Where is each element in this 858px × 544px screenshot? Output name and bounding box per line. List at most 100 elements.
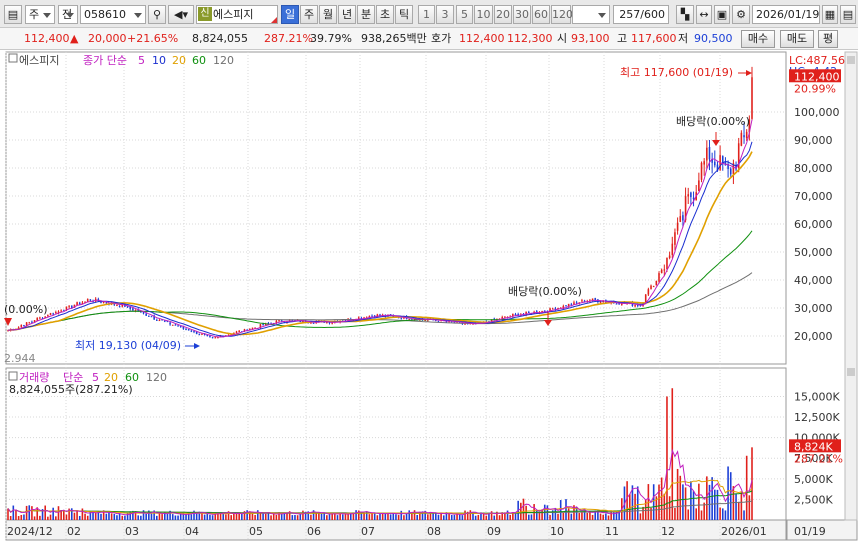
tick-custom-select[interactable] <box>572 5 610 24</box>
volume-bar <box>225 514 227 520</box>
volume-bar <box>381 512 384 520</box>
window-menu-icon[interactable]: ▤ <box>4 5 22 24</box>
period-tab[interactable]: 초 <box>376 5 394 24</box>
x-tick-label: 05 <box>249 525 263 538</box>
speaker-icon[interactable]: ◀▾ <box>168 5 194 24</box>
tick-tab[interactable]: 3 <box>436 5 454 24</box>
price-legend-name: 에스피지 <box>19 54 59 67</box>
volume-bar <box>376 515 379 520</box>
candle-body <box>156 319 158 321</box>
candle-body <box>591 298 594 300</box>
type-select[interactable]: 전 <box>58 5 78 24</box>
volume-bar <box>233 513 235 520</box>
volume-bar <box>97 511 100 520</box>
panel-toggle-icon[interactable]: ▤ <box>840 5 856 24</box>
candle-body <box>700 162 703 180</box>
candle-body <box>132 308 134 311</box>
ma-period-label: 120 <box>213 54 234 67</box>
stock-chart[interactable]: 100,000 90,000 80,000 70,000 60,000 50,000 40,… <box>0 50 858 544</box>
volume-bar <box>12 505 15 520</box>
candle-body <box>31 321 33 323</box>
volume-bar <box>557 513 559 520</box>
candle-body <box>690 192 692 198</box>
ma-period-label: 60 <box>192 54 206 67</box>
eval-button[interactable]: 평 <box>818 30 838 48</box>
candle-body <box>89 299 92 301</box>
volume-bar <box>280 513 283 520</box>
volume-bar <box>682 484 684 520</box>
save-icon[interactable]: ▣ <box>714 5 730 24</box>
date-field[interactable]: 2026/01/19 <box>752 5 820 24</box>
tick-tab[interactable]: 1 <box>418 5 435 24</box>
chart-style-icon[interactable]: ▚ <box>676 5 694 24</box>
candle-body <box>177 325 179 327</box>
volume-bar <box>20 514 23 520</box>
x-tick-label: 2026/01 <box>721 525 767 538</box>
tick-tab[interactable]: 120 <box>551 5 573 24</box>
up-arrow-icon: ▲ <box>70 32 79 45</box>
volume-bar <box>541 509 543 520</box>
stock-name-field[interactable]: 신 에스피지 <box>196 5 278 24</box>
quote-low: 90,500 <box>694 32 733 45</box>
period-tab[interactable]: 주 <box>300 5 318 24</box>
tick-tab[interactable]: 30 <box>513 5 531 24</box>
volume-bar <box>158 513 161 520</box>
price-tick-label: 90,000 <box>794 134 833 147</box>
volume-bar <box>427 514 429 520</box>
candle-body <box>714 161 716 166</box>
volume-bar <box>33 516 36 520</box>
tick-tab[interactable]: 10 <box>474 5 493 24</box>
volume-bar <box>360 512 363 520</box>
gear-icon[interactable]: ⚙ <box>732 5 750 24</box>
market-select[interactable]: 주 <box>25 5 55 24</box>
volume-bar <box>636 486 639 520</box>
tick-tab[interactable]: 20 <box>494 5 512 24</box>
move-icon[interactable]: ↔ <box>696 5 712 24</box>
hoga-label: 호가 <box>431 32 452 45</box>
tick-tab[interactable]: 5 <box>456 5 473 24</box>
volume-bar <box>76 511 78 520</box>
candle-body <box>251 327 254 329</box>
search-icon[interactable]: ⚲ <box>148 5 166 24</box>
volume-bar <box>17 516 20 520</box>
volume-bar <box>626 481 628 520</box>
period-tab[interactable]: 틱 <box>395 5 413 24</box>
buy-button[interactable]: 매수 <box>741 30 775 48</box>
calendar-icon[interactable]: ▦ <box>822 5 838 24</box>
candle-body <box>729 168 732 175</box>
candle-body <box>36 317 39 321</box>
volume-bar <box>328 514 331 520</box>
volume-bar <box>716 489 719 520</box>
tick-tab[interactable]: 60 <box>532 5 550 24</box>
x-tick-label: 08 <box>427 525 441 538</box>
volume-bar <box>339 513 341 520</box>
volume-bar <box>578 513 581 520</box>
sell-button[interactable]: 매도 <box>780 30 814 48</box>
volume-tick-label: 12,500K <box>794 411 840 424</box>
toolbar: ▤ 주 전 058610 ⚲ ◀▾ 신 에스피지 일주월년분초틱 1 3 5 10 20 3… <box>0 0 858 28</box>
x-tick-label: 03 <box>125 525 139 538</box>
period-tab[interactable]: 월 <box>319 5 337 24</box>
quote-ask: 112,400 <box>459 32 505 45</box>
count-total: /600 <box>640 8 665 21</box>
volume-bar <box>724 510 727 520</box>
candle-body <box>682 215 684 221</box>
volume-bar <box>676 468 679 520</box>
quote-turnover-rate: 39.79% <box>310 32 352 45</box>
dividend-label-2: 배당락(0.00%) <box>676 115 750 128</box>
volume-bar <box>63 510 65 520</box>
period-tab[interactable]: 일 <box>281 5 299 24</box>
period-tab[interactable]: 분 <box>357 5 375 24</box>
candle-body <box>751 77 753 119</box>
candle-body <box>575 302 578 304</box>
candle-body <box>60 310 62 312</box>
volume-bar <box>259 513 262 520</box>
chart-area[interactable]: 100,000 90,000 80,000 70,000 60,000 50,000 40,… <box>0 50 858 544</box>
period-tab[interactable]: 년 <box>338 5 356 24</box>
stock-code-input[interactable]: 058610 <box>80 5 146 24</box>
candle-body <box>687 194 690 197</box>
count-field[interactable]: 257/600 <box>613 5 669 24</box>
volume-bar <box>477 515 480 520</box>
volume-bar <box>450 514 453 520</box>
high-label: 고 <box>617 32 628 45</box>
